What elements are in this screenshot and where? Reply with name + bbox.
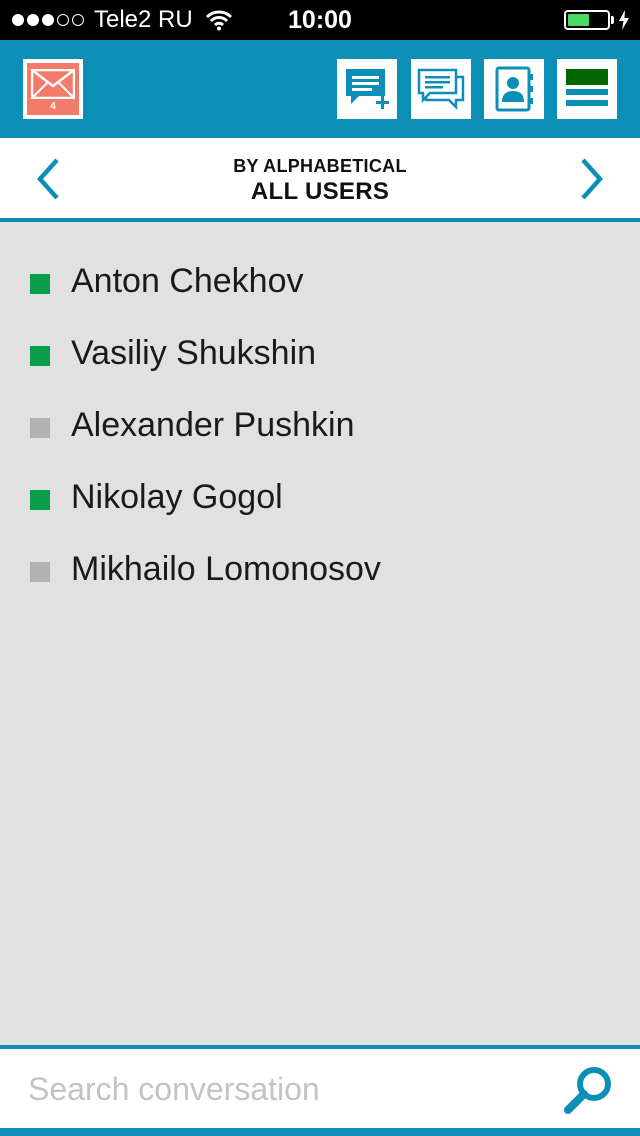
list-header: BY ALPHABETICAL ALL USERS xyxy=(0,138,640,218)
search-icon[interactable] xyxy=(563,1065,615,1117)
bottom-accent-bar xyxy=(0,1128,640,1136)
mail-button[interactable]: 4 xyxy=(23,59,83,119)
battery-fill xyxy=(568,14,589,26)
mail-count: 4 xyxy=(50,101,56,112)
envelope-icon xyxy=(31,69,75,99)
user-list: Anton Chekhov Vasiliy Shukshin Alexander… xyxy=(0,246,640,606)
user-name: Vasiliy Shukshin xyxy=(71,334,317,372)
new-message-icon xyxy=(346,69,389,109)
mail-badge: 4 xyxy=(27,63,79,115)
new-chat-button[interactable] xyxy=(337,59,397,119)
user-list-item[interactable]: Alexander Pushkin xyxy=(0,390,640,462)
chevron-right-icon[interactable] xyxy=(577,156,607,202)
presence-indicator xyxy=(30,562,50,582)
presence-indicator xyxy=(30,274,50,294)
sort-mode-label: BY ALPHABETICAL xyxy=(233,156,407,176)
conversations-button[interactable] xyxy=(411,59,471,119)
top-toolbar: 4 xyxy=(0,40,640,138)
contacts-button[interactable] xyxy=(484,59,544,119)
presence-indicator xyxy=(30,418,50,438)
user-name: Mikhailo Lomonosov xyxy=(71,550,381,588)
charging-bolt-icon xyxy=(619,10,629,30)
presence-indicator xyxy=(30,346,50,366)
search-bar xyxy=(0,1049,640,1128)
user-list-item[interactable]: Anton Chekhov xyxy=(0,246,640,318)
chat-bubbles-icon xyxy=(417,68,465,111)
user-name: Anton Chekhov xyxy=(71,262,304,300)
clock: 10:00 xyxy=(288,6,352,34)
user-name: Alexander Pushkin xyxy=(71,406,355,444)
user-name: Nikolay Gogol xyxy=(71,478,283,516)
menu-button[interactable] xyxy=(557,59,617,119)
user-list-item[interactable]: Mikhailo Lomonosov xyxy=(0,534,640,606)
contact-book-icon xyxy=(495,66,533,112)
header-divider xyxy=(0,218,640,222)
search-input[interactable] xyxy=(28,1067,548,1111)
status-bar: Tele2 RU 10:00 xyxy=(0,0,640,40)
user-list-item[interactable]: Nikolay Gogol xyxy=(0,462,640,534)
user-list-item[interactable]: Vasiliy Shukshin xyxy=(0,318,640,390)
menu-icon xyxy=(566,69,608,106)
presence-indicator xyxy=(30,490,50,510)
battery-indicator xyxy=(564,10,630,30)
page-title: ALL USERS xyxy=(250,178,390,205)
battery-icon xyxy=(564,10,610,30)
